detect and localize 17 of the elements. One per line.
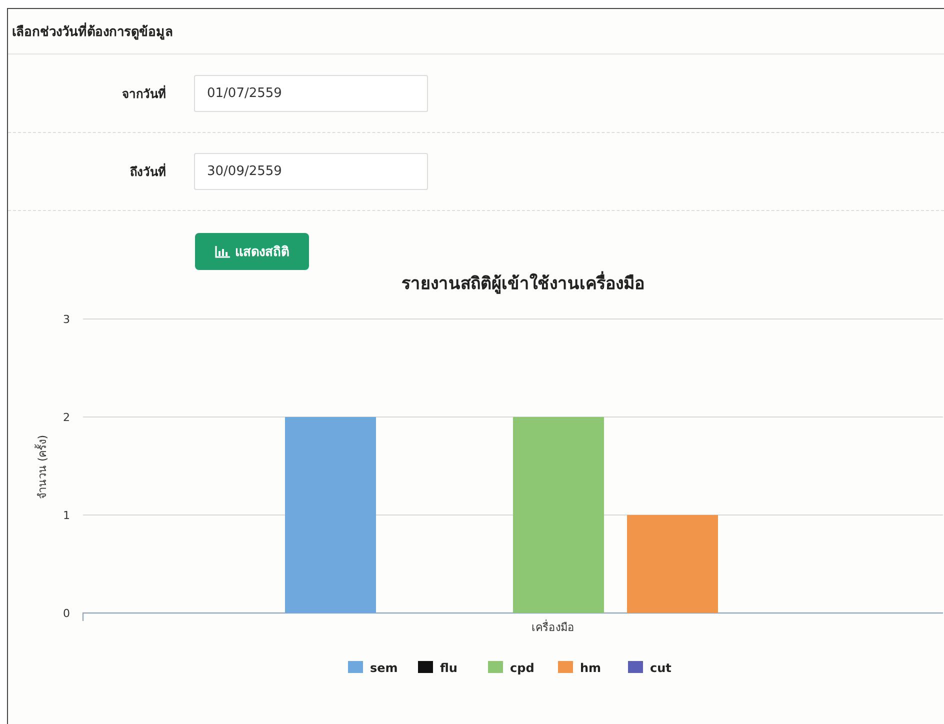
date-field[interactable]: 30/09/2559	[194, 153, 428, 190]
legend-label[interactable]: hm	[580, 661, 602, 675]
y-tick-label: 2	[63, 411, 70, 424]
y-tick-label: 0	[63, 607, 70, 620]
panel-title: เลือกช่วงวันที่ต้องการดูข้อมูล	[12, 22, 173, 42]
field-label: จากวันที่	[121, 84, 166, 103]
date-field[interactable]: 01/07/2559	[194, 75, 428, 112]
y-tick-label: 3	[63, 313, 70, 326]
legend-label[interactable]: cpd	[510, 661, 534, 675]
y-axis-title: จำนวน (ครั้ง)	[36, 434, 49, 500]
chart-icon	[215, 246, 230, 258]
legend-label[interactable]: cut	[650, 661, 672, 675]
legend-label[interactable]: sem	[370, 661, 398, 675]
x-axis-title: เครื่องมือ	[532, 621, 574, 634]
field-label: ถึงวันที่	[129, 162, 166, 181]
legend-label[interactable]: flu	[440, 661, 458, 675]
y-tick-label: 1	[63, 509, 70, 522]
